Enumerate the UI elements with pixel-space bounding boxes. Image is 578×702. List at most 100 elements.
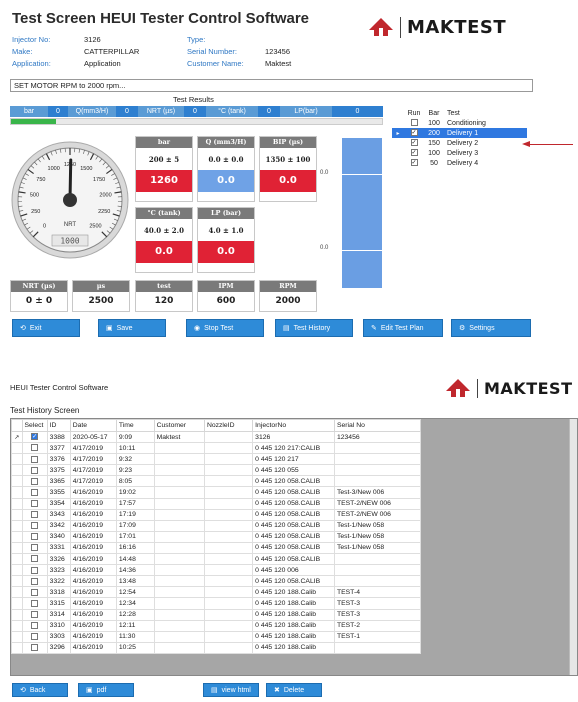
row-select-checkbox[interactable] [31, 455, 39, 463]
history-row[interactable]: 3331 4/16/2019 16:16 0 445 120 058.CALIB Tes… [11, 541, 422, 555]
row-select-checkbox[interactable] [31, 466, 39, 474]
pdf-button[interactable]: ▣ pdf [78, 683, 134, 697]
row-select-checkbox[interactable] [31, 566, 39, 574]
maktest-logo-icon [446, 379, 470, 397]
run-checkbox[interactable]: ✓ [410, 159, 418, 167]
pdf-button-label: pdf [96, 686, 107, 694]
delete-button[interactable]: ✖ Delete [266, 683, 322, 697]
row-select-checkbox[interactable] [31, 621, 39, 629]
row-indicator [11, 497, 23, 510]
history-row[interactable]: 3303 4/16/2019 11:30 0 445 120 188.Calib TES… [11, 630, 422, 643]
row-select-checkbox[interactable] [31, 477, 39, 485]
select-cell[interactable] [21, 541, 48, 555]
row-select-checkbox[interactable] [31, 644, 39, 652]
run-row-delivery-2[interactable]: ✓ 150 Delivery 2 [392, 138, 527, 148]
edit-test-plan-button[interactable]: ✎ Edit Test Plan [363, 319, 443, 337]
column-header[interactable]: Time [115, 419, 155, 432]
row-select-checkbox[interactable]: ✓ [31, 433, 39, 441]
row-select-checkbox[interactable] [31, 499, 39, 507]
row-pointer-icon: ▸ [396, 130, 400, 137]
exit-button[interactable]: ⟲ Exit [12, 319, 80, 337]
save-button[interactable]: ▣ Save [98, 319, 166, 337]
select-cell[interactable] [21, 553, 48, 566]
test-history-button[interactable]: ▤ Test History [275, 319, 353, 337]
history-row[interactable]: 3376 4/17/2019 9:32 0 445 120 217 [11, 453, 422, 466]
row-select-checkbox[interactable] [31, 533, 39, 541]
history-row[interactable]: 3323 4/16/2019 14:36 0 445 120 006 [11, 564, 422, 577]
column-header[interactable]: InjectorNo [252, 419, 335, 432]
row-select-checkbox[interactable] [31, 633, 39, 641]
select-cell[interactable] [21, 630, 48, 643]
select-cell[interactable] [21, 497, 48, 510]
select-cell[interactable] [21, 442, 48, 455]
select-cell[interactable] [21, 453, 48, 466]
select-cell[interactable] [21, 475, 48, 488]
history-row[interactable]: ↗ ✓ 3388 2020-05-17 9:09 Maktest 3126 123456 [11, 430, 422, 444]
history-row[interactable]: 3296 4/16/2019 10:25 0 445 120 188.Calib [11, 641, 422, 654]
history-row[interactable]: 3315 4/16/2019 12:34 0 445 120 188.Calib TES… [11, 597, 422, 610]
select-cell[interactable]: ✓ [21, 430, 48, 444]
select-cell[interactable] [21, 575, 48, 588]
select-cell[interactable] [21, 586, 48, 599]
select-cell[interactable] [21, 519, 48, 532]
history-row[interactable]: 3326 4/16/2019 14:48 0 445 120 058.CALIB [11, 553, 422, 566]
back-button[interactable]: ⟲ Back [12, 683, 68, 697]
run-row-delivery-4[interactable]: ✓ 50 Delivery 4 [392, 158, 527, 168]
run-checkbox[interactable] [410, 119, 418, 127]
history-row[interactable]: 3310 4/16/2019 12:11 0 445 120 188.Calib TES… [11, 619, 422, 632]
history-row[interactable]: 3340 4/16/2019 17:01 0 445 120 058.CALIB Tes… [11, 530, 422, 543]
column-header[interactable]: Serial No [333, 419, 422, 432]
history-row[interactable]: 3343 4/16/2019 17:19 0 445 120 058.CALIB TES… [11, 508, 422, 521]
history-row[interactable]: 3322 4/16/2019 13:48 0 445 120 058.CALIB [11, 575, 422, 588]
cell-date: 4/17/2019 [69, 442, 117, 455]
select-cell[interactable] [21, 619, 48, 632]
select-cell[interactable] [21, 641, 48, 654]
cell-nozzle [203, 430, 254, 444]
column-header[interactable]: Date [69, 419, 117, 432]
row-select-checkbox[interactable] [31, 588, 39, 596]
run-row-conditioning[interactable]: 100 Conditioning [392, 118, 527, 128]
history-row[interactable]: 3377 4/17/2019 10:11 0 445 120 217:CALIB [11, 442, 422, 455]
history-grid[interactable]: Select ID Date Time Customer NozzleID In… [10, 418, 578, 676]
select-cell[interactable] [21, 464, 48, 477]
cell-serial: TEST-4 [333, 586, 422, 599]
row-select-checkbox[interactable] [31, 522, 39, 530]
column-header[interactable]: Customer [153, 419, 205, 432]
select-cell[interactable] [21, 530, 48, 543]
settings-button[interactable]: ⚙ Settings [451, 319, 531, 337]
column-header[interactable]: Select [21, 419, 48, 432]
cell-time: 17:57 [115, 497, 155, 510]
row-select-checkbox[interactable] [31, 544, 39, 552]
stop-test-button[interactable]: ◉ Stop Test [186, 319, 264, 337]
select-cell[interactable] [21, 608, 48, 621]
history-row[interactable]: 3342 4/16/2019 17:09 0 445 120 058.CALIB Tes… [11, 519, 422, 532]
row-select-checkbox[interactable] [31, 555, 39, 563]
column-header[interactable]: ID [46, 419, 71, 432]
view-html-button[interactable]: ▤ view html [203, 683, 259, 697]
row-select-checkbox[interactable] [31, 444, 39, 452]
run-row-delivery-3[interactable]: ✓ 100 Delivery 3 [392, 148, 527, 158]
select-cell[interactable] [21, 564, 48, 577]
select-cell[interactable] [21, 597, 48, 610]
row-indicator [11, 608, 23, 621]
history-row[interactable]: 3365 4/17/2019 8:05 0 445 120 058.CALIB [11, 475, 422, 488]
column-header[interactable]: NozzleID [203, 419, 254, 432]
run-checkbox[interactable]: ✓ [410, 149, 418, 157]
cell-injector: 0 445 120 058.CALIB [252, 519, 335, 532]
row-select-checkbox[interactable] [31, 610, 39, 618]
run-checkbox[interactable]: ✓ [410, 139, 418, 147]
select-cell[interactable] [21, 486, 48, 499]
run-checkbox[interactable]: ✓ [410, 129, 418, 137]
row-select-checkbox[interactable] [31, 488, 39, 496]
row-select-checkbox[interactable] [31, 577, 39, 585]
history-row[interactable]: 3355 4/16/2019 19:02 0 445 120 058.CALIB Tes… [11, 486, 422, 499]
run-row-delivery-1[interactable]: ▸ ✓ 200 Delivery 1 [392, 128, 527, 138]
row-select-checkbox[interactable] [31, 599, 39, 607]
select-cell[interactable] [21, 508, 48, 521]
history-row[interactable]: 3375 4/17/2019 9:23 0 445 120 055 [11, 464, 422, 477]
history-row[interactable]: 3354 4/16/2019 17:57 0 445 120 058.CALIB TES… [11, 497, 422, 510]
history-vertical-scrollbar[interactable] [569, 419, 577, 675]
history-row[interactable]: 3318 4/16/2019 12:54 0 445 120 188.Calib TES… [11, 586, 422, 599]
history-row[interactable]: 3314 4/16/2019 12:28 0 445 120 188.Calib TES… [11, 608, 422, 621]
row-select-checkbox[interactable] [31, 511, 39, 519]
